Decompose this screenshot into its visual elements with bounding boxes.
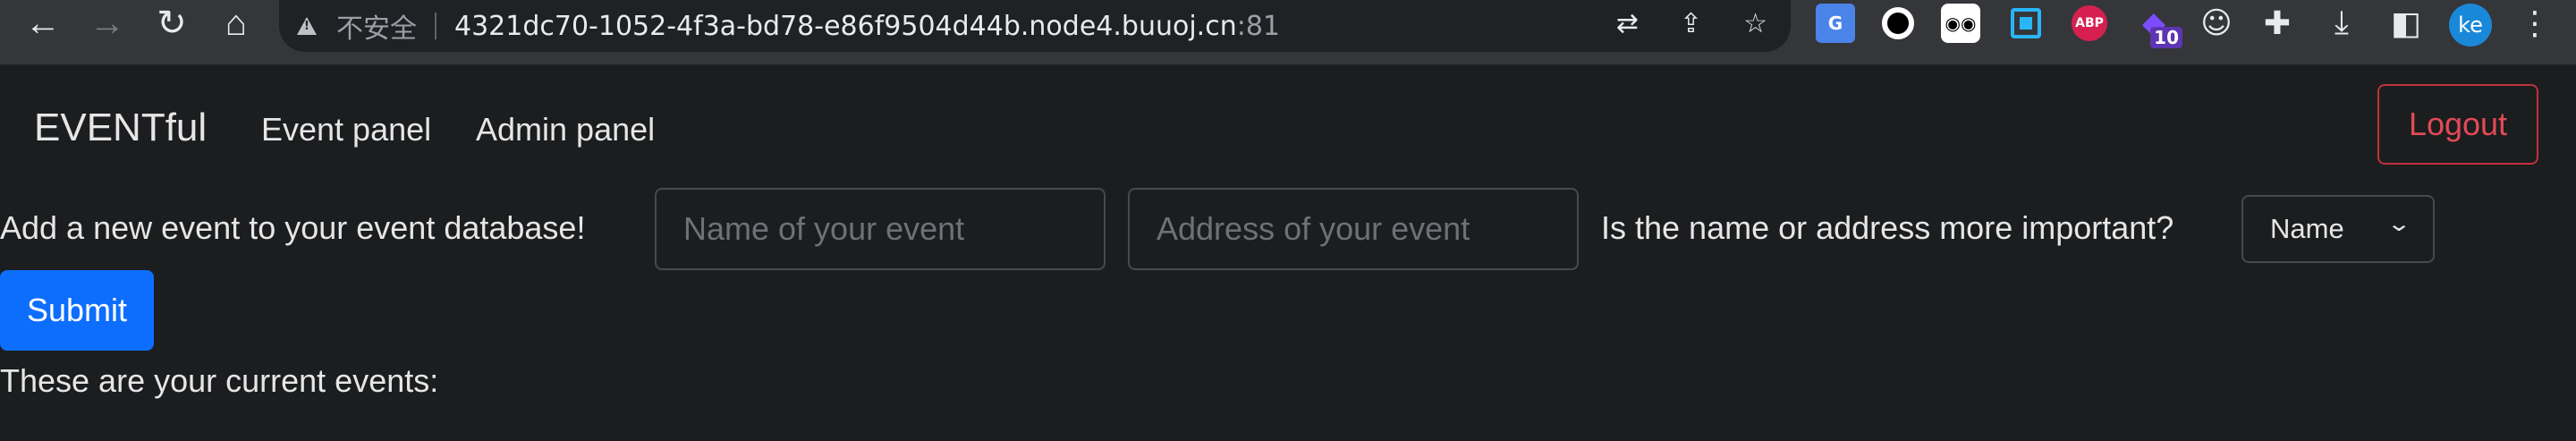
importance-question-label: Is the name or address more important? <box>1601 209 2174 246</box>
menu-icon[interactable]: ⋮ <box>2515 4 2555 43</box>
circle-ext-icon[interactable] <box>1882 7 1914 39</box>
importance-selected-value: Name <box>2270 213 2344 244</box>
site-navbar: EVENTful Event panel Admin panel Logout <box>0 66 2576 190</box>
browser-toolbar: ← → ↻ ⌂ 不安全 4321dc70-1052-4f3a-bd78-e86f… <box>0 0 2576 66</box>
forward-icon[interactable]: → <box>82 0 132 47</box>
sidepanel-icon[interactable]: ◧ <box>2386 4 2426 43</box>
nav-link-admin-panel[interactable]: Admin panel <box>476 111 655 148</box>
add-event-form: Add a new event to your event database! … <box>0 188 2576 270</box>
submit-button[interactable]: Submit <box>0 270 154 351</box>
logout-button[interactable]: Logout <box>2377 84 2538 165</box>
adblock-icon[interactable]: ABP <box>2072 5 2107 41</box>
reload-icon[interactable]: ↻ <box>147 0 197 47</box>
download-icon[interactable]: ⤓ <box>2322 4 2361 43</box>
badge-ext-icon[interactable]: ◆ 10 <box>2134 4 2182 48</box>
google-translate-icon[interactable]: G <box>1816 4 1855 43</box>
omnibox-divider <box>435 13 436 39</box>
url-port[interactable]: :81 <box>1237 11 1280 42</box>
warning-icon[interactable] <box>297 17 317 35</box>
importance-select[interactable]: Name ⌄ <box>2241 195 2435 263</box>
spy-ext-icon[interactable]: ◉◉ <box>1941 4 1980 43</box>
nav-link-event-panel[interactable]: Event panel <box>261 111 431 148</box>
insecure-label[interactable]: 不安全 <box>336 6 417 46</box>
puzzle-icon[interactable]: ✚ <box>2258 4 2297 43</box>
star-icon[interactable]: ☆ <box>1743 8 1767 39</box>
share-icon[interactable]: ⇪ <box>1680 8 1702 39</box>
form-intro-label: Add a new event to your event database! <box>0 209 586 246</box>
event-name-input[interactable] <box>655 188 1106 270</box>
event-address-input[interactable] <box>1128 188 1579 270</box>
brand-link[interactable]: EVENTful <box>34 106 207 150</box>
extension-badge: 10 <box>2150 27 2182 48</box>
profile-avatar[interactable]: ke <box>2449 4 2492 47</box>
owl-ext-icon[interactable]: ☺ <box>2197 4 2236 43</box>
address-bar[interactable]: 不安全 4321dc70-1052-4f3a-bd78-e86f9504d44b… <box>279 0 1791 52</box>
translate-icon[interactable]: ⇄ <box>1616 8 1639 39</box>
capture-ext-icon[interactable] <box>2011 8 2041 38</box>
chevron-down-icon: ⌄ <box>2385 211 2412 236</box>
home-icon[interactable]: ⌂ <box>211 0 261 47</box>
url-host[interactable]: 4321dc70-1052-4f3a-bd78-e86f9504d44b.nod… <box>454 11 1237 42</box>
back-icon[interactable]: ← <box>18 0 68 47</box>
events-heading: These are your current events: <box>0 362 439 399</box>
